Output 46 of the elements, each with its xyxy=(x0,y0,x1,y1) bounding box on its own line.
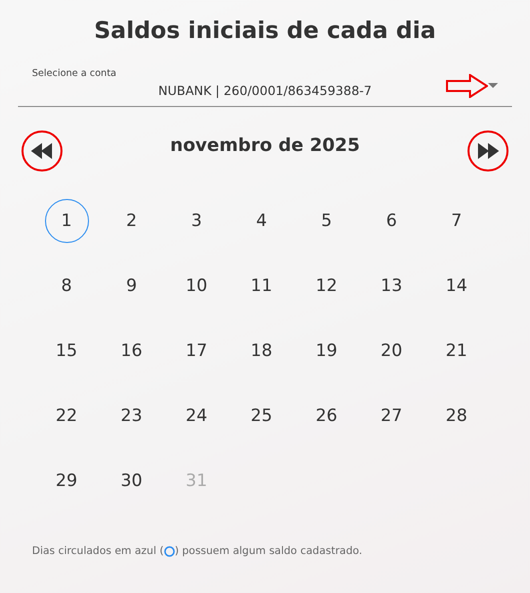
footnote-text: Dias circulados em azul ( xyxy=(32,545,164,557)
calendar-day[interactable]: 12 xyxy=(304,264,348,308)
calendar-day[interactable]: 13 xyxy=(370,264,414,308)
calendar-day[interactable]: 6 xyxy=(370,198,414,242)
calendar-day[interactable]: 10 xyxy=(174,264,218,308)
select-label: Selecione a conta xyxy=(32,68,118,79)
calendar-day[interactable]: 16 xyxy=(110,328,154,372)
arrow-annotation-icon xyxy=(446,74,488,98)
calendar-day[interactable]: 18 xyxy=(240,328,284,372)
calendar-day[interactable]: 3 xyxy=(174,198,218,242)
calendar-day[interactable]: 8 xyxy=(44,264,88,308)
calendar-day[interactable]: 17 xyxy=(174,328,218,372)
calendar-day[interactable]: 5 xyxy=(304,198,348,242)
calendar-day[interactable]: 14 xyxy=(434,264,478,308)
calendar-day[interactable]: 28 xyxy=(434,394,478,438)
annotation-circle-icon xyxy=(21,130,63,172)
previous-month-button[interactable] xyxy=(20,129,64,173)
fast-forward-icon xyxy=(476,143,499,159)
calendar-day[interactable]: 27 xyxy=(370,394,414,438)
calendar-day[interactable]: 24 xyxy=(174,394,218,438)
calendar-day[interactable]: 19 xyxy=(304,328,348,372)
caret-icon xyxy=(488,83,498,89)
select-value: NUBANK | 260/0001/863459388-7 xyxy=(158,83,372,98)
calendar-day[interactable]: 29 xyxy=(44,458,88,502)
calendar-day[interactable]: 9 xyxy=(110,264,154,308)
annotation-circle-icon xyxy=(466,130,509,172)
calendar-day[interactable]: 22 xyxy=(44,394,88,438)
calendar-day[interactable]: 26 xyxy=(304,394,348,438)
calendar-day[interactable]: 30 xyxy=(110,458,154,502)
calendar-day[interactable]: 15 xyxy=(44,328,88,372)
calendar-day[interactable]: 21 xyxy=(434,328,478,372)
calendar-day[interactable]: 7 xyxy=(434,198,478,242)
calendar-day[interactable]: 1 xyxy=(44,198,88,242)
calendar-day[interactable]: 25 xyxy=(240,394,284,438)
rewind-icon xyxy=(31,143,53,159)
account-select[interactable]: Selecione a conta NUBANK | 260/0001/863459388-7 xyxy=(18,68,512,107)
next-month-button[interactable] xyxy=(466,129,510,173)
calendar-day[interactable]: 2 xyxy=(110,198,154,242)
circle-icon xyxy=(164,546,175,556)
page-title: Saldos iniciais de cada dia xyxy=(93,18,437,44)
calendar-day[interactable]: 4 xyxy=(240,198,284,242)
calendar-day[interactable]: 20 xyxy=(370,328,414,372)
calendar-day[interactable]: 23 xyxy=(110,394,154,438)
month-title: novembro de 2025 xyxy=(170,134,360,156)
calendar-day[interactable]: 11 xyxy=(240,264,284,308)
footnote-text: ) possuem algum saldo cadastrado. xyxy=(174,545,362,557)
